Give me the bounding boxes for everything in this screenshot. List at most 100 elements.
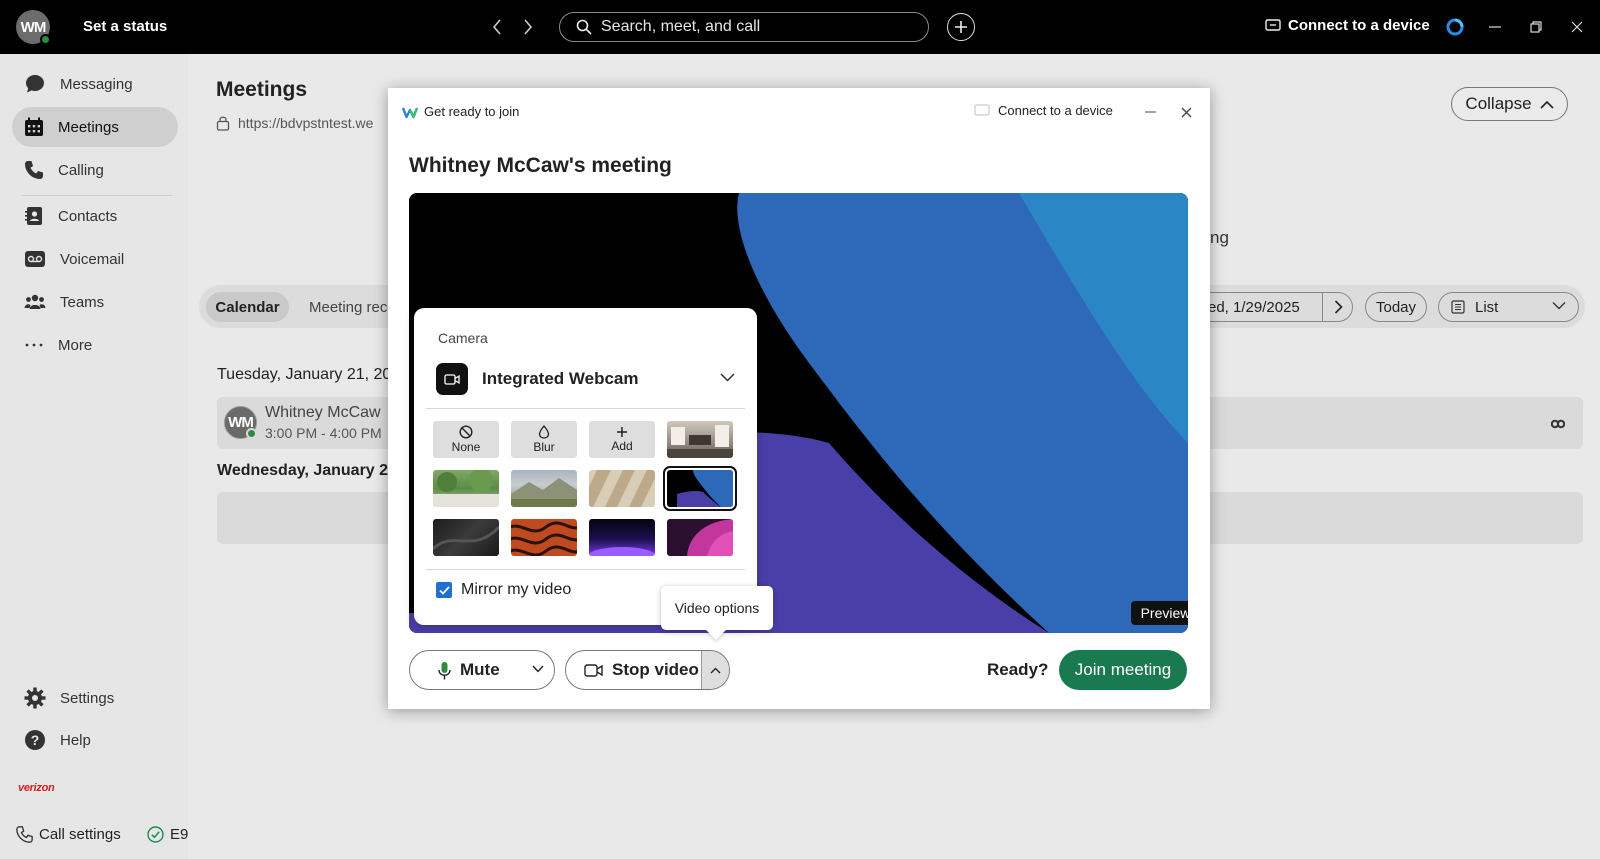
more-icon [25, 343, 43, 347]
mirror-video-checkbox[interactable]: Mirror my video [436, 581, 571, 599]
minimize-icon [1144, 111, 1156, 113]
close-icon [1181, 107, 1191, 117]
chevron-right-icon [1334, 300, 1343, 314]
webex-logo-icon [1446, 18, 1464, 36]
new-action-button[interactable] [947, 13, 975, 41]
divider [426, 408, 745, 409]
minimize-button[interactable] [1484, 16, 1506, 38]
presence-dot [246, 428, 257, 439]
background-thumbnail-orange-pattern[interactable] [511, 519, 577, 556]
phone-icon [25, 161, 43, 179]
checkbox-checked-icon [436, 582, 452, 598]
presence-dot [40, 34, 51, 45]
dialog-connect-device-button[interactable]: Connect to a device [974, 103, 1113, 118]
shadows-image [589, 470, 655, 507]
back-button[interactable] [486, 15, 508, 39]
event-time: 3:00 PM - 4:00 PM [265, 425, 382, 441]
dialog-minimize-button[interactable] [1138, 100, 1162, 124]
call-settings-link[interactable]: Call settings [16, 826, 121, 843]
restore-icon [1530, 21, 1542, 33]
background-thumbnail-mountains[interactable] [511, 470, 577, 507]
connect-device-button[interactable]: Connect to a device [1265, 17, 1430, 34]
phone-settings-icon [16, 826, 33, 843]
close-window-button[interactable] [1566, 16, 1588, 38]
sidebar-item-contacts[interactable]: Contacts [12, 196, 178, 236]
camera-select[interactable]: Integrated Webcam [436, 361, 737, 397]
sidebar-item-settings[interactable]: Settings [12, 678, 178, 718]
video-options-button[interactable] [701, 651, 729, 689]
mute-button[interactable]: Mute [409, 650, 555, 690]
gear-icon [24, 687, 46, 709]
voicemail-icon [25, 251, 45, 267]
set-status-button[interactable]: Set a status [83, 18, 167, 35]
sidebar-item-voicemail[interactable]: Voicemail [12, 239, 178, 279]
dark-waves-image [433, 525, 499, 551]
preview-badge: Preview [1131, 601, 1188, 625]
effect-blur-button[interactable]: Blur [511, 421, 577, 458]
tab-calendar[interactable]: Calendar [206, 292, 289, 322]
sidebar: Messaging Meetings Calling Contacts Voic… [0, 54, 188, 859]
list-icon [1451, 300, 1465, 314]
sidebar-item-calling[interactable]: Calling [12, 150, 178, 190]
background-thumbnail-dark-waves[interactable] [433, 519, 499, 556]
dialog-close-button[interactable] [1174, 100, 1198, 124]
background-thumbnail-blue-abstract[interactable] [663, 466, 737, 511]
background-thumbnail-shadows[interactable] [589, 470, 655, 507]
today-button[interactable]: Today [1365, 292, 1427, 322]
blue-abstract-image [677, 470, 733, 507]
search-input[interactable] [601, 18, 901, 36]
sidebar-item-more[interactable]: More [12, 325, 178, 365]
event-host: Whitney McCaw [265, 404, 381, 421]
dialog-header: Get ready to join [402, 104, 519, 119]
webex-logo-icon [402, 107, 418, 118]
event-avatar: WM [224, 406, 257, 439]
search-icon [576, 19, 592, 35]
chevron-down-icon[interactable] [532, 665, 544, 673]
search-box[interactable] [559, 12, 929, 42]
view-select[interactable]: List [1438, 292, 1579, 322]
verizon-logo: verizon [18, 782, 55, 794]
sidebar-item-teams[interactable]: Teams [12, 282, 178, 322]
chevron-left-icon [492, 19, 501, 35]
office-image [667, 425, 733, 458]
help-icon: ? [25, 730, 45, 750]
join-meeting-button[interactable]: Join meeting [1059, 650, 1187, 690]
microphone-icon [438, 661, 451, 679]
day-heading: Wednesday, January 29 [217, 462, 397, 479]
sidebar-item-messaging[interactable]: Messaging [12, 64, 178, 104]
contacts-icon [25, 207, 42, 225]
meeting-title: Whitney McCaw's meeting [409, 154, 672, 177]
sidebar-item-help[interactable]: ? Help [12, 720, 178, 760]
stop-video-button[interactable]: Stop video [565, 650, 730, 690]
none-icon [459, 425, 473, 439]
check-circle-icon [147, 826, 164, 843]
effect-add-button[interactable]: Add [589, 421, 655, 458]
background-thumbnail-office[interactable] [667, 421, 733, 458]
calendar-icon [25, 117, 43, 136]
device-icon [1265, 19, 1281, 31]
sidebar-item-meetings[interactable]: Meetings [12, 107, 178, 147]
background-thumbnail-magenta-curves[interactable] [667, 519, 733, 556]
next-date-button[interactable] [1322, 292, 1354, 322]
minimize-icon [1489, 26, 1501, 28]
plus-icon [617, 427, 627, 437]
user-avatar[interactable]: WM [16, 10, 51, 45]
chat-bubble-icon [26, 75, 44, 93]
tab-meeting-recordings[interactable]: Meeting rec [309, 299, 387, 316]
collapse-button[interactable]: Collapse [1451, 87, 1568, 121]
background-thumbnail-garden[interactable] [433, 470, 499, 507]
orange-pattern-image [511, 521, 577, 556]
obscured-text: ng [1210, 228, 1229, 247]
effect-none-button[interactable]: None [433, 421, 499, 458]
garden-image [433, 470, 499, 507]
webex-status-icon[interactable] [1444, 16, 1466, 38]
meeting-url[interactable]: https://bdvpstntest.we [216, 115, 373, 131]
background-thumbnail-purple-glow[interactable] [589, 519, 655, 556]
restore-button[interactable] [1525, 16, 1547, 38]
forward-button[interactable] [517, 15, 539, 39]
camera-settings-popover: Camera Integrated Webcam None Blur Add M… [414, 308, 757, 625]
camera-label: Camera [438, 330, 488, 346]
mountains-image [511, 478, 577, 507]
page-title: Meetings [216, 78, 308, 101]
divider [426, 569, 745, 570]
